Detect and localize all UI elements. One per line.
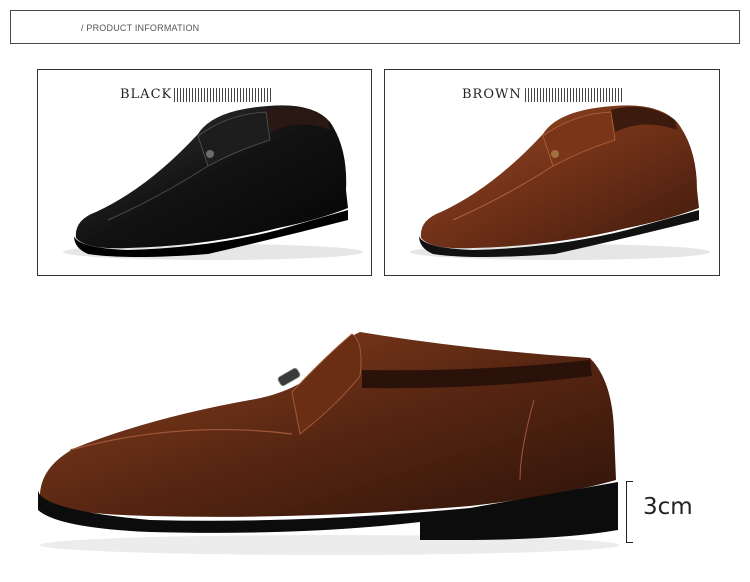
bracket-icon xyxy=(626,481,633,543)
heel-height-label: 3cm xyxy=(643,494,693,520)
product-information-header: / PRODUCT INFORMATION xyxy=(10,10,740,44)
header-title: / PRODUCT INFORMATION xyxy=(81,23,200,33)
black-shoe-image xyxy=(63,105,363,260)
brown-shoe-image xyxy=(410,105,710,260)
variant-panel-black: BLACK xyxy=(37,69,372,276)
variant-panel-brown: BROWN xyxy=(384,69,720,276)
